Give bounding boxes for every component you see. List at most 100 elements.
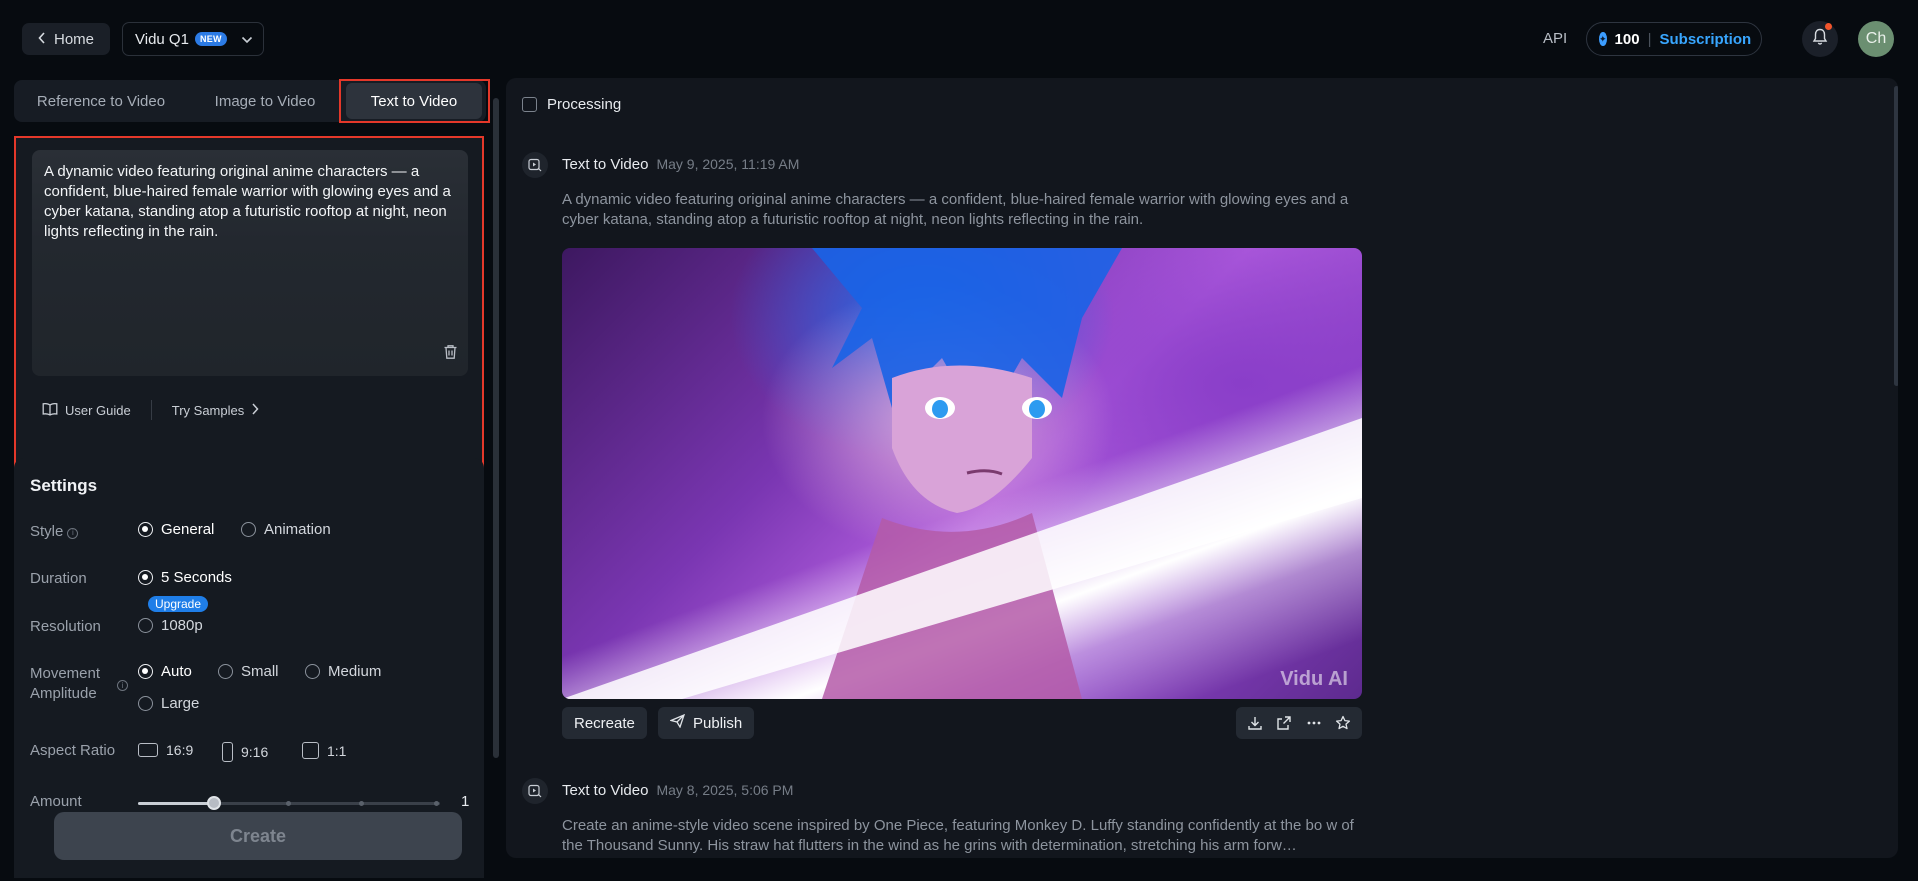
publish-button[interactable]: Publish [658,707,755,739]
radio-icon [305,664,320,679]
download-icon[interactable] [1247,715,1263,731]
generation-date: May 9, 2025, 11:19 AM [656,156,800,172]
tab-image-to-video[interactable]: Image to Video [184,83,346,119]
notification-dot [1825,23,1832,30]
movement-option-large[interactable]: Large [138,695,199,712]
option-label: 5 Seconds [161,569,232,586]
model-name: Vidu Q1 [135,30,189,48]
chevron-right-icon [251,402,259,418]
radio-icon [138,522,153,537]
option-label: 1:1 [327,742,347,759]
subscription-link[interactable]: Subscription [1659,31,1751,48]
video-preview[interactable]: Vidu AI [562,248,1362,699]
credit-icon: ✦ [1599,32,1607,46]
radio-icon [138,618,153,633]
generation-type: Text to Video [562,156,649,173]
movement-amplitude-label: Movement Amplitude [30,664,122,704]
slider-thumb[interactable] [206,796,221,810]
generation-header: Text to Video May 8, 2025, 5:06 PM [562,782,793,799]
aspect-option-1-1[interactable]: 1:1 [302,742,346,759]
style-option-general[interactable]: General [138,521,214,538]
option-label: 1080p [161,617,203,634]
settings-title: Settings [30,476,98,495]
slider-fill [138,802,214,805]
share-icon[interactable] [1276,715,1292,731]
video-generate-icon [522,152,548,178]
option-label: Auto [161,663,192,680]
prompt-text: A dynamic video featuring original anime… [44,163,451,240]
movement-label-text: Movement Amplitude [30,665,101,702]
aspect-ratio-label: Aspect Ratio [30,742,116,759]
aspect-option-9-16[interactable]: 9:16 [222,742,268,762]
divider: | [1647,30,1652,48]
try-samples-label: Try Samples [171,402,245,418]
resolution-label: Resolution [30,618,101,635]
processing-filter[interactable]: Processing [522,96,621,113]
create-button[interactable]: Create [54,812,462,860]
processing-label: Processing [547,96,622,113]
video-generate-icon [522,778,548,804]
amount-slider[interactable] [138,796,440,810]
movement-option-auto[interactable]: Auto [138,663,192,680]
radio-icon [241,522,256,537]
subscription-pill[interactable]: ✦ 100 | Subscription [1586,22,1762,56]
style-option-animation[interactable]: Animation [241,521,331,538]
chevron-down-icon [241,31,253,48]
option-label: 9:16 [241,744,269,760]
recreate-button[interactable]: Recreate [562,707,647,739]
recreate-label: Recreate [574,714,635,732]
style-label: Style i [30,522,79,542]
book-icon [42,402,58,419]
trash-icon[interactable] [443,344,458,366]
slider-dot [359,801,364,806]
movement-option-small[interactable]: Small [218,663,279,680]
style-label-text: Style [30,523,64,540]
left-scrollbar[interactable] [493,98,499,758]
option-label: Large [161,695,200,712]
try-samples-link[interactable]: Try Samples [172,403,259,418]
duration-option-5s[interactable]: 5 Seconds [138,569,232,586]
publish-label: Publish [693,714,743,732]
video-actions [1236,707,1362,739]
upgrade-badge[interactable]: Upgrade [148,596,209,612]
notification-button[interactable] [1802,21,1838,57]
processing-checkbox[interactable] [522,97,537,112]
home-button[interactable]: Home [22,23,110,55]
slider-dot [286,801,291,806]
feed-scrollbar[interactable] [1894,86,1898,386]
generation-prompt: A dynamic video featuring original anime… [562,191,1349,228]
tab-reference-to-video[interactable]: Reference to Video [18,83,184,119]
movement-option-medium[interactable]: Medium [305,663,381,680]
generation-type: Text to Video [562,782,649,799]
radio-icon [138,696,153,711]
info-icon[interactable]: i [67,527,79,539]
prompt-textarea[interactable]: A dynamic video featuring original anime… [32,150,468,376]
generation-feed: Processing Text to Video May 9, 2025, 11… [506,78,1898,858]
avatar[interactable]: Ch [1858,21,1894,57]
more-icon[interactable] [1306,715,1322,731]
star-icon[interactable] [1335,715,1351,731]
model-selector[interactable]: Vidu Q1 NEW [122,22,264,56]
api-link[interactable]: API [1543,30,1567,47]
portrait-icon [222,742,233,762]
option-label: Animation [264,521,331,538]
user-guide-link[interactable]: User Guide [42,402,131,419]
top-bar: Home Vidu Q1 NEW API ✦ 100 | Subscriptio… [0,0,1918,78]
option-label: Small [241,663,279,680]
divider [150,400,152,420]
landscape-icon [138,743,158,757]
option-label: General [161,521,215,538]
user-guide-label: User Guide [65,402,131,418]
generation-prompt: Create an anime-style video scene inspir… [562,817,1354,854]
tab-text-to-video[interactable]: Text to Video [346,83,482,119]
chevron-left-icon [38,31,46,48]
video-frame-illustration [562,248,1362,699]
option-label: 16:9 [166,742,194,758]
aspect-option-16-9[interactable]: 16:9 [138,742,193,758]
info-icon[interactable]: i [117,680,128,691]
resolution-option-1080p[interactable]: 1080p [138,617,203,634]
new-badge: NEW [194,32,227,46]
bell-icon [1812,28,1828,51]
home-label: Home [53,30,94,48]
square-icon [302,742,319,759]
